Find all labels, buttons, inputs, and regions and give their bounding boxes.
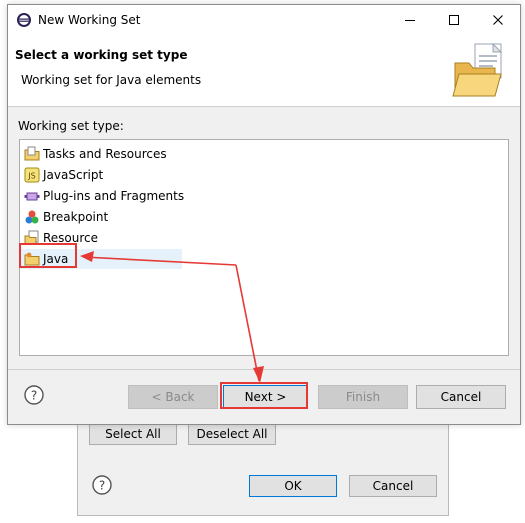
ok-button[interactable]: OK <box>249 475 337 497</box>
list-item-label: Tasks and Resources <box>43 147 167 161</box>
list-item[interactable]: JS JavaScript <box>20 165 103 185</box>
svg-text:JS: JS <box>27 172 35 181</box>
new-working-set-dialog: New Working Set Select a working set typ… <box>7 4 521 425</box>
cancel-button-background[interactable]: Cancel <box>349 475 437 497</box>
banner-title: Select a working set type <box>15 48 188 62</box>
maximize-icon <box>449 15 459 25</box>
minimize-icon <box>405 20 415 21</box>
tasks-folder-icon <box>24 146 40 162</box>
svg-text:?: ? <box>99 479 105 493</box>
deselect-all-button[interactable]: Deselect All <box>188 423 276 445</box>
finish-button[interactable]: Finish <box>318 385 408 409</box>
minimize-button[interactable] <box>388 5 432 35</box>
breakpoint-icon <box>24 209 40 225</box>
help-icon[interactable]: ? <box>92 475 112 495</box>
folder-document-icon <box>452 42 503 97</box>
list-item[interactable]: Tasks and Resources <box>20 144 167 164</box>
window-title: New Working Set <box>38 13 141 27</box>
svg-text:?: ? <box>31 389 37 403</box>
list-item-label: Plug-ins and Fragments <box>43 189 185 203</box>
next-highlight-box <box>220 382 308 409</box>
list-item[interactable]: Plug-ins and Fragments <box>20 186 184 206</box>
cancel-button[interactable]: Cancel <box>416 385 506 409</box>
wizard-banner: Select a working set type Working set fo… <box>8 35 520 107</box>
java-highlight-box <box>19 243 77 268</box>
javascript-icon: JS <box>24 167 40 183</box>
select-all-button[interactable]: Select All <box>89 423 177 445</box>
button-bar-separator <box>8 369 520 370</box>
list-item-label: JavaScript <box>43 168 104 182</box>
title-bar: New Working Set <box>8 5 520 35</box>
working-set-type-label: Working set type: <box>18 119 124 133</box>
help-icon[interactable]: ? <box>24 385 44 405</box>
plugin-icon <box>24 188 40 204</box>
maximize-button[interactable] <box>432 5 476 35</box>
eclipse-icon <box>17 13 31 27</box>
back-button[interactable]: < Back <box>128 385 218 409</box>
working-set-type-list[interactable]: Tasks and Resources JS JavaScript Plug-i… <box>19 139 509 356</box>
list-item-label: Breakpoint <box>43 210 109 224</box>
banner-subtitle: Working set for Java elements <box>21 73 202 87</box>
close-button[interactable] <box>476 5 520 35</box>
close-icon <box>493 15 503 25</box>
list-item[interactable]: Breakpoint <box>20 207 108 227</box>
